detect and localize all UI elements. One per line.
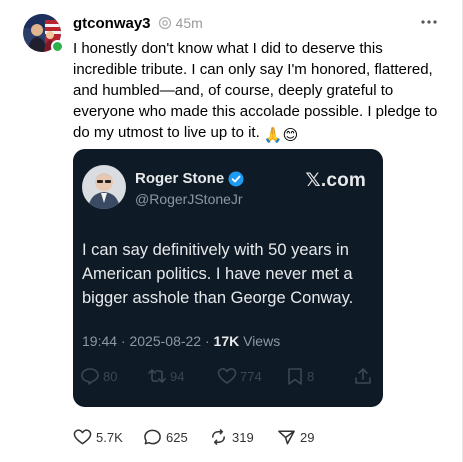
embed-reply-count: 80 <box>103 368 118 384</box>
comment-icon <box>144 429 161 445</box>
heart-icon <box>73 429 92 445</box>
embed-views-label: Views <box>239 333 281 349</box>
embed-date: 19:44 · 2025-08-22 · <box>82 333 214 349</box>
embed-views-count: 17K <box>213 333 240 349</box>
embed-post-text: I can say definitively with 50 years in … <box>82 241 354 307</box>
repost-count: 319 <box>232 429 254 445</box>
send-icon <box>278 430 295 445</box>
repost-icon <box>148 369 166 383</box>
more-options-icon[interactable] <box>419 12 439 32</box>
verified-badge-icon <box>228 171 244 187</box>
thread-post: gtconway3 45m I honestly don't know what… <box>0 0 463 462</box>
embed-meta: 19:44 · 2025-08-22 · 17K Views <box>82 333 280 349</box>
upload-share-icon <box>355 368 371 384</box>
online-status-dot <box>51 40 64 53</box>
heart-icon <box>217 368 237 384</box>
reply-count: 625 <box>166 429 188 445</box>
post-header: gtconway3 45m <box>73 12 203 34</box>
embed-like: 774 <box>217 367 262 385</box>
x-brand-label: 𝕏.com <box>305 170 366 191</box>
embedded-post-image[interactable]: Roger Stone @RogerJStoneJr 𝕏.com I can s… <box>73 149 383 407</box>
folded-hands-emoji: 🙏 <box>263 127 283 144</box>
post-body: I honestly don't know what I did to dese… <box>73 38 445 146</box>
post-action-bar: 5.7K 625 319 29 <box>73 428 433 446</box>
user-avatar[interactable] <box>23 14 64 54</box>
share-button[interactable]: 29 <box>277 428 314 446</box>
bookmark-icon <box>288 368 302 385</box>
embed-bookmark-count: 8 <box>307 368 315 384</box>
embed-name-text: Roger Stone <box>135 170 225 187</box>
repost-icon <box>212 429 225 445</box>
like-count: 5.7K <box>96 429 123 445</box>
embed-author-name: Roger Stone <box>135 170 244 187</box>
embed-bookmark: 8 <box>286 367 314 385</box>
globe-icon <box>158 16 172 30</box>
reply-icon <box>81 368 99 385</box>
embed-like-count: 774 <box>240 368 262 384</box>
embed-reply: 80 <box>80 367 117 385</box>
like-button[interactable]: 5.7K <box>73 428 123 446</box>
username[interactable]: gtconway3 <box>73 15 151 32</box>
post-text: I honestly don't know what I did to dese… <box>73 40 438 141</box>
smiling-face-emoji: 😊 <box>282 127 299 144</box>
post-timestamp[interactable]: 45m <box>176 15 203 31</box>
embed-share <box>354 367 372 385</box>
share-count: 29 <box>300 429 315 445</box>
repost-button[interactable]: 319 <box>209 428 254 446</box>
embed-author-handle: @RogerJStoneJr <box>135 191 243 207</box>
embed-repost: 94 <box>147 367 184 385</box>
embed-repost-count: 94 <box>170 368 185 384</box>
reply-button[interactable]: 625 <box>143 428 188 446</box>
embed-action-bar: 80 94 774 8 <box>80 367 376 387</box>
embed-avatar <box>82 165 126 209</box>
